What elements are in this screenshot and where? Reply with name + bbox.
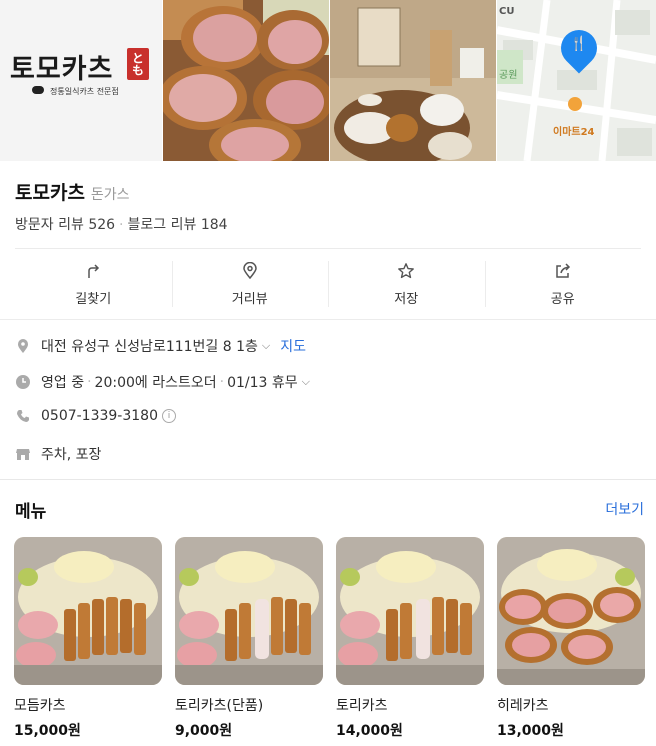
street-view-button[interactable]: 거리뷰 — [171, 249, 329, 319]
menu-item-name: 토리카츠 — [336, 698, 388, 714]
blog-reviews-link[interactable]: 블로그 리뷰 184 — [128, 217, 228, 233]
address-text[interactable]: 대전 유성구 신성남로111번길 8 1층 — [41, 336, 258, 356]
map-label-park: 공원 — [499, 70, 518, 81]
cutlet-plate-graphic — [497, 537, 645, 685]
cutlet-plate-graphic — [14, 537, 162, 685]
cutlet-plate-graphic — [336, 537, 484, 685]
holiday-text: 01/13 휴무 — [227, 375, 298, 391]
table-photo-graphic — [330, 0, 496, 161]
separator-dot: · — [119, 217, 124, 233]
clock-icon — [16, 375, 30, 389]
menu-item-image[interactable] — [14, 537, 162, 685]
star-icon — [398, 262, 415, 278]
share-icon — [556, 262, 570, 278]
menu-item-name: 히레카츠 — [497, 698, 549, 714]
menu-item-name: 모듬카츠 — [14, 698, 66, 714]
cutlet-photo-graphic — [163, 0, 329, 161]
fork-knife-icon: 🍴 — [570, 36, 588, 52]
map-label-emart: 이마트24 — [553, 127, 595, 138]
menu-item-price: 13,000원 — [497, 723, 564, 739]
phone-row: 0507-1339-3180 i — [15, 408, 176, 424]
phone-icon — [17, 410, 29, 422]
info-icon[interactable]: i — [162, 409, 176, 423]
store-marker-icon — [568, 97, 582, 111]
title-row: 토모카츠 돈가스 — [15, 178, 130, 205]
location-pin-icon — [242, 261, 257, 279]
phone-number[interactable]: 0507-1339-3180 — [41, 408, 158, 424]
directions-label: 길찾기 — [75, 291, 112, 307]
photo-strip[interactable]: 토모카츠 とも 정통일식카츠 전문점 CU 공원 🍴 이마트24 — [0, 0, 656, 161]
blog-reviews-count: 184 — [200, 217, 228, 233]
place-name: 토모카츠 — [15, 182, 85, 204]
menu-list: 모듬카츠 15,000원 토리카츠(단품) 9,000원 토리카츠 14,000… — [14, 537, 645, 740]
share-button[interactable]: 공유 — [484, 249, 642, 319]
logo-photo[interactable]: 토모카츠 とも 정통일식카츠 전문점 — [0, 0, 162, 161]
visitor-reviews-label: 방문자 리뷰 — [15, 217, 84, 233]
logo-text: 토모카츠 — [10, 54, 114, 85]
save-button[interactable]: 저장 — [328, 249, 485, 319]
menu-item-image[interactable] — [175, 537, 323, 685]
directions-button[interactable]: 길찾기 — [15, 249, 172, 319]
address-row: 대전 유성구 신성남로111번길 8 1층 ⌵ 지도 — [15, 336, 306, 356]
menu-item-image[interactable] — [497, 537, 645, 685]
amenities-row: 주차, 포장 — [15, 444, 101, 464]
section-divider — [0, 479, 656, 480]
map-thumbnail[interactable]: CU 공원 🍴 이마트24 — [497, 0, 656, 161]
menu-item[interactable]: 모듬카츠 15,000원 — [14, 537, 162, 740]
menu-item[interactable]: 토리카츠(단품) 9,000원 — [175, 537, 323, 740]
hours-row: 영업 중 · 20:00에 라스트오더 · 01/13 휴무 ⌵ — [15, 372, 310, 392]
divider — [0, 319, 656, 320]
logo-subtitle: 정통일식카츠 전문점 — [50, 87, 119, 96]
food-photo-table[interactable] — [330, 0, 496, 161]
hours-status: 영업 중 — [41, 375, 85, 391]
visitor-reviews-link[interactable]: 방문자 리뷰 526 — [15, 217, 115, 233]
separator-dot: · — [87, 374, 92, 390]
map-link[interactable]: 지도 — [280, 336, 306, 356]
menu-section-title: 메뉴 — [15, 502, 47, 522]
pig-icon — [32, 86, 44, 94]
cutlet-plate-graphic — [175, 537, 323, 685]
menu-item-name: 토리카츠(단품) — [175, 698, 264, 714]
hours-detail: 20:00에 라스트오더 — [94, 375, 217, 391]
menu-item-price: 14,000원 — [336, 723, 403, 739]
menu-item-price: 9,000원 — [175, 723, 233, 739]
place-category[interactable]: 돈가스 — [91, 184, 130, 204]
menu-item-price: 15,000원 — [14, 723, 81, 739]
map-label-cu: CU — [499, 6, 515, 17]
chevron-down-icon[interactable]: ⌵ — [262, 339, 270, 353]
menu-item[interactable]: 히레카츠 13,000원 — [497, 537, 645, 740]
blog-reviews-label: 블로그 리뷰 — [127, 217, 197, 233]
logo-seal: とも — [127, 48, 149, 80]
location-pin-icon — [18, 339, 28, 353]
food-photo-cutlet[interactable] — [163, 0, 329, 161]
visitor-reviews-count: 526 — [88, 217, 116, 233]
save-label: 저장 — [394, 291, 419, 307]
directions-icon — [88, 263, 100, 278]
separator-dot: · — [219, 374, 225, 390]
menu-item-image[interactable] — [336, 537, 484, 685]
chevron-down-icon[interactable]: ⌵ — [302, 375, 310, 389]
amenities-text: 주차, 포장 — [41, 447, 102, 463]
review-summary: 방문자 리뷰 526 · 블로그 리뷰 184 — [15, 214, 228, 234]
more-link[interactable]: 더보기 — [605, 499, 644, 519]
store-icon — [16, 449, 30, 460]
menu-item[interactable]: 토리카츠 14,000원 — [336, 537, 484, 740]
action-bar: 길찾기 거리뷰 저장 공유 — [15, 249, 641, 319]
street-view-label: 거리뷰 — [231, 291, 268, 307]
share-label: 공유 — [550, 291, 575, 307]
